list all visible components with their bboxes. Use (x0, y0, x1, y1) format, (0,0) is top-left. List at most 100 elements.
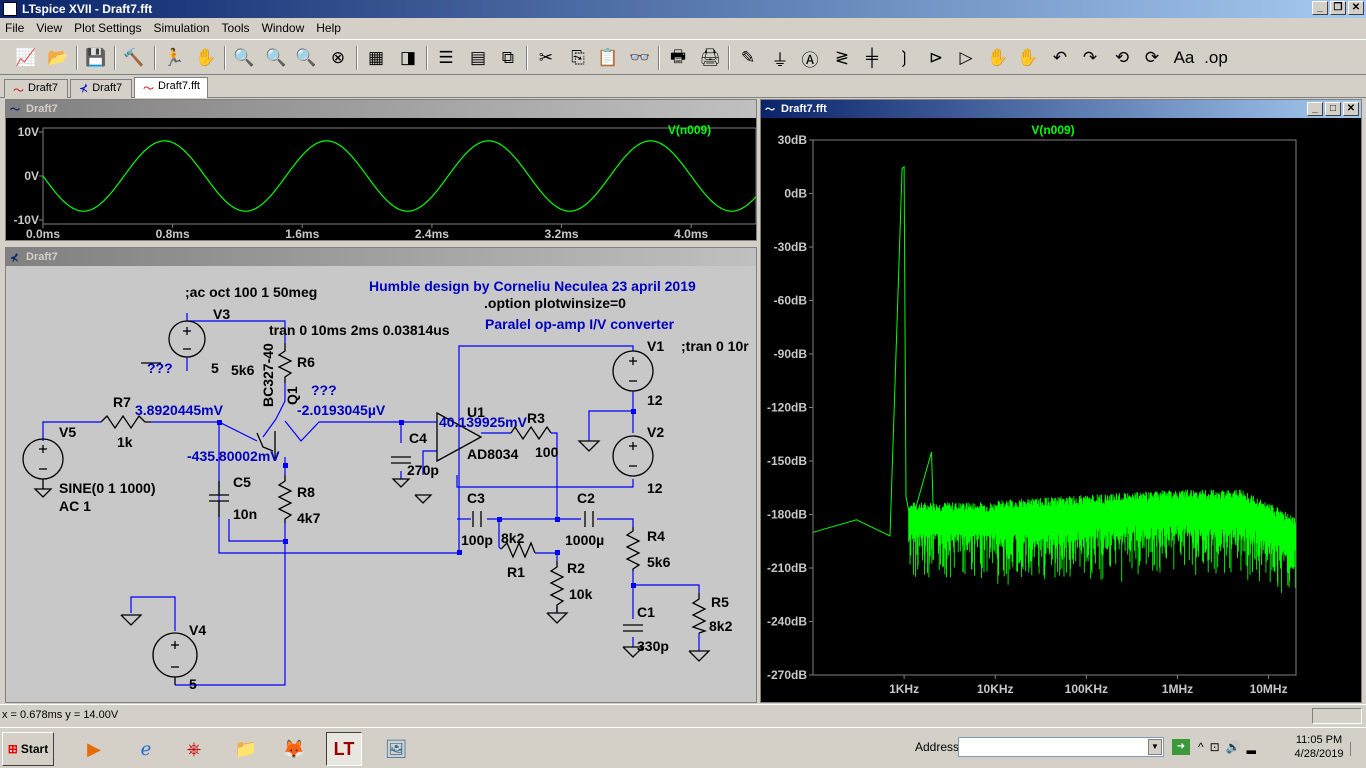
rotate-icon[interactable]: ⟲ (1110, 46, 1134, 70)
tray-icons: ^⊡🔊▂ (1198, 740, 1262, 754)
new-schematic-icon[interactable]: 📈 (14, 46, 38, 70)
cursor-icon[interactable]: ◨ (396, 46, 420, 70)
status-bar: x = 0.678ms y = 14.00V (0, 704, 1366, 726)
net-label-unknown-1[interactable]: ??? (147, 360, 173, 376)
diode-icon[interactable]: ⊳ (924, 46, 948, 70)
net-label-unknown-2[interactable]: ??? (311, 382, 337, 398)
save-icon[interactable]: 💾 (84, 46, 108, 70)
start-button[interactable]: ⊞ Start (2, 732, 54, 766)
option-directive[interactable]: .option plotwinsize=0 (484, 295, 626, 311)
file-explorer-icon[interactable]: 📁 (228, 732, 264, 766)
inductor-icon[interactable]: ❳ (892, 46, 916, 70)
zoom-fit-icon[interactable]: ⊗ (326, 46, 350, 70)
cascade-icon[interactable]: ⧉ (496, 46, 520, 70)
menu-simulation[interactable]: Simulation (154, 21, 210, 35)
resistor-r2[interactable] (549, 561, 565, 613)
component-icon[interactable]: ▷ (954, 46, 978, 70)
tab-draft7-schematic[interactable]: ⊀ Draft7 (70, 79, 132, 98)
restore-button[interactable]: ❐ (1330, 1, 1346, 15)
y-tick-label: -210dB (767, 561, 807, 575)
resistor-icon[interactable]: ≷ (830, 46, 854, 70)
ground-icon[interactable]: ⏚ (768, 46, 792, 70)
fft-close-button[interactable]: ✕ (1343, 102, 1359, 116)
resistor-r8[interactable] (277, 475, 293, 523)
pan-icon[interactable]: 🔍 (264, 46, 288, 70)
open-icon[interactable]: 📂 (46, 46, 70, 70)
r1-label: R1 (507, 564, 525, 580)
signal-icon[interactable]: ▂ (1247, 740, 1262, 754)
tab-draft7-waveform[interactable]: 〜 Draft7 (4, 79, 68, 98)
resistor-r4[interactable] (625, 527, 641, 571)
capacitor-icon[interactable]: ╪ (860, 46, 884, 70)
chevron-up-icon[interactable]: ^ (1198, 740, 1210, 754)
cut-icon[interactable]: ✂ (534, 46, 558, 70)
waveform-plot-pane[interactable]: 10V 0V -10V 0.0ms 0.8ms 1.6ms 2.4ms 3.2ms 4.0ms V… (6, 118, 756, 240)
autorange-icon[interactable]: ▦ (364, 46, 388, 70)
r2-value: 10k (569, 586, 593, 602)
schematic-window[interactable]: ⊀ Draft7 ;ac oct 100 1 50meg .option plo… (5, 247, 757, 703)
halt-icon[interactable]: ✋ (194, 46, 218, 70)
speaker-icon[interactable]: 🔊 (1226, 740, 1247, 754)
system-clock[interactable]: 11:05 PM 4/28/2019 (1291, 733, 1347, 761)
menu-view[interactable]: View (36, 21, 62, 35)
fft-plot-pane[interactable]: 30dB 0dB -30dB -60dB -90dB -120dB -150dB -180dB… (761, 118, 1361, 702)
go-arrow-icon[interactable]: ➜ (1172, 739, 1190, 755)
resistor-r6[interactable] (277, 343, 293, 383)
control-panel-icon[interactable]: 🔨 (122, 46, 146, 70)
drag-icon[interactable]: ✋ (1016, 46, 1040, 70)
draw-wire-icon[interactable]: ✎ (736, 46, 760, 70)
move-icon[interactable]: ✋ (986, 46, 1010, 70)
menu-plot-settings[interactable]: Plot Settings (74, 21, 141, 35)
minimize-button[interactable]: _ (1312, 1, 1328, 15)
undo-icon[interactable]: ↶ (1048, 46, 1072, 70)
address-input[interactable] (958, 737, 1164, 757)
zoom-out-icon[interactable]: 🔍 (294, 46, 318, 70)
internet-explorer-icon[interactable]: ℯ (128, 732, 164, 766)
waveform-chart[interactable]: 10V 0V -10V0.0ms 0.8ms 1.6ms 2.4ms 3.2ms 4.0ms V… (6, 118, 756, 240)
design-note[interactable]: Humble design by Corneliu Neculea 23 apr… (369, 278, 696, 294)
text-icon[interactable]: Aa (1172, 46, 1196, 70)
resistor-r5[interactable] (691, 593, 708, 634)
fft-minimize-button[interactable]: _ (1307, 102, 1323, 116)
tile-vertical-icon[interactable]: ▤ (466, 46, 490, 70)
fft-chart[interactable]: 30dB 0dB -30dB -60dB -90dB -120dB -150dB -180dB… (761, 118, 1361, 702)
photo-viewer-icon[interactable]: 🖼 (378, 732, 414, 766)
v3-value: 5 (211, 360, 219, 376)
firefox-icon[interactable]: 🦊 (276, 732, 312, 766)
show-desktop-button[interactable] (1350, 742, 1360, 756)
print-preview-icon[interactable]: 🖶 (666, 46, 690, 70)
tab-draft7-fft[interactable]: 〜 Draft7.fft (134, 77, 208, 98)
subtitle-note[interactable]: Paralel op-amp I/V converter (485, 316, 675, 332)
menu-window[interactable]: Window (262, 21, 305, 35)
redo-icon[interactable]: ↷ (1078, 46, 1102, 70)
source-v3[interactable] (168, 320, 206, 358)
spice-directive-icon[interactable]: .op (1204, 46, 1228, 70)
waveform-window[interactable]: 〜 Draft7 10V 0V -10V 0.0ms 0.8ms 1.6ms 2.4ms 3.2… (5, 99, 757, 241)
source-v4[interactable] (152, 632, 198, 678)
menu-file[interactable]: File (5, 21, 24, 35)
ltspice-taskbar-icon[interactable]: LT (326, 732, 362, 766)
schematic-drawing[interactable]: ;ac oct 100 1 50meg .option plotwinsize=… (6, 266, 756, 702)
fft-window[interactable]: 〜 Draft7.fft _ □ ✕ 30dB 0dB -30dB -60dB -90d… (760, 99, 1362, 703)
zoom-in-icon[interactable]: 🔍 (232, 46, 256, 70)
find-icon[interactable]: 👓 (628, 46, 652, 70)
tran-directive[interactable]: tran 0 10ms 2ms 0.03814us (269, 322, 450, 338)
schematic-canvas[interactable]: ;ac oct 100 1 50meg .option plotwinsize=… (6, 266, 756, 702)
print-icon[interactable]: 🖨 (698, 46, 722, 70)
network-icon[interactable]: ⊡ (1210, 740, 1226, 754)
menu-help[interactable]: Help (316, 21, 341, 35)
close-button[interactable]: ✕ (1348, 1, 1364, 15)
tran-directive-2[interactable]: ;tran 0 10r (681, 338, 749, 354)
address-dropdown-button[interactable]: ▼ (1148, 739, 1162, 755)
mirror-icon[interactable]: ⟳ (1140, 46, 1164, 70)
copy-icon[interactable]: ⎘ (566, 46, 590, 70)
media-player-icon[interactable]: ▶ (76, 732, 112, 766)
label-net-icon[interactable]: Ⓐ (798, 46, 822, 70)
run-icon[interactable]: 🏃 (162, 46, 186, 70)
ac-directive[interactable]: ;ac oct 100 1 50meg (185, 284, 317, 300)
paste-icon[interactable]: 📋 (596, 46, 620, 70)
fft-maximize-button[interactable]: □ (1325, 102, 1341, 116)
acrobat-reader-icon[interactable]: ⎈ (176, 732, 212, 766)
tile-horizontal-icon[interactable]: ☰ (434, 46, 458, 70)
menu-tools[interactable]: Tools (222, 21, 250, 35)
